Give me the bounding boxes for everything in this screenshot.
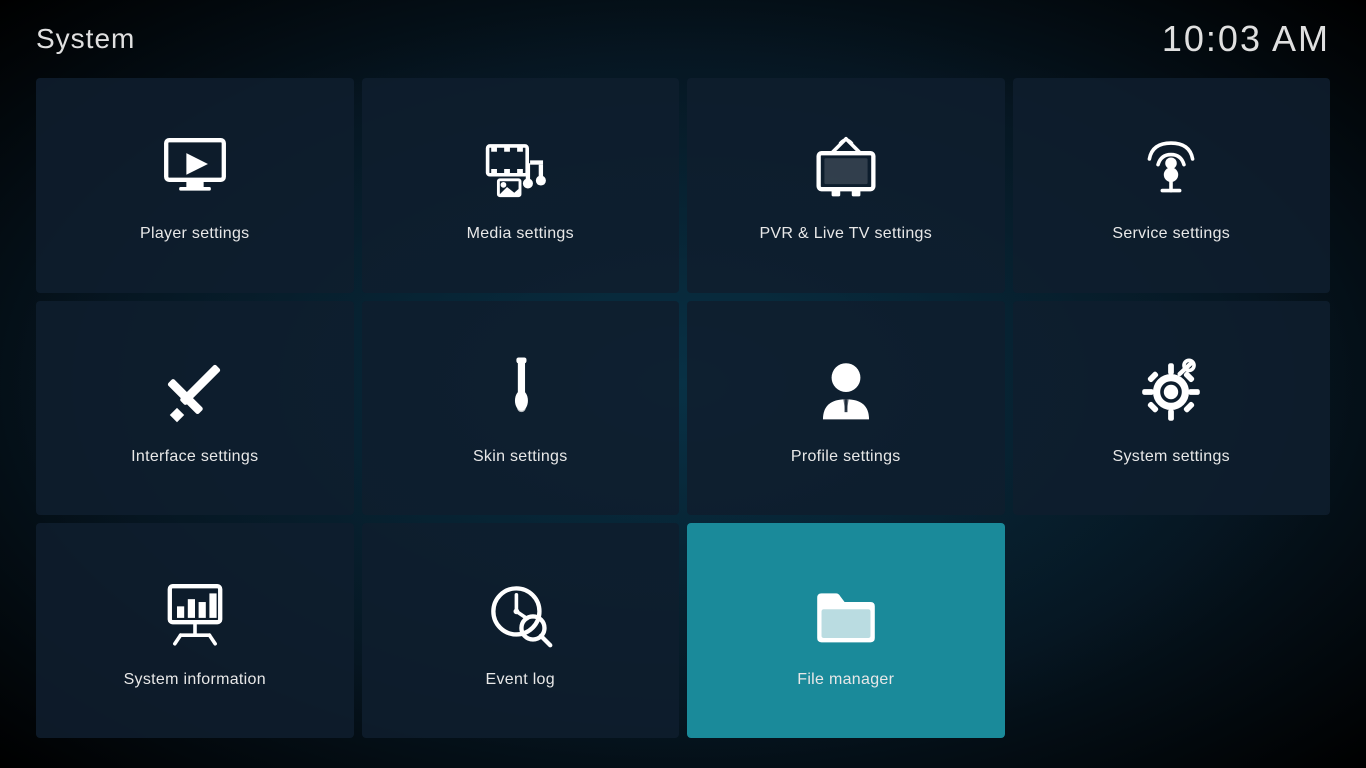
header: System 10:03 AM (0, 0, 1366, 70)
tile-event-log[interactable]: Event log (362, 523, 680, 738)
system-information-label: System information (124, 671, 266, 689)
page-title: System (36, 23, 135, 55)
player-settings-icon (159, 129, 231, 209)
tile-profile-settings[interactable]: Profile settings (687, 301, 1005, 516)
empty-cell (1013, 523, 1331, 738)
file-manager-icon (810, 575, 882, 655)
pvr-settings-icon (810, 129, 882, 209)
interface-settings-icon (159, 352, 231, 432)
file-manager-label: File manager (797, 671, 894, 689)
profile-settings-icon (810, 352, 882, 432)
pvr-settings-label: PVR & Live TV settings (759, 225, 932, 243)
profile-settings-label: Profile settings (791, 448, 901, 466)
system-information-icon (159, 575, 231, 655)
system-settings-label: System settings (1113, 448, 1230, 466)
player-settings-label: Player settings (140, 225, 249, 243)
interface-settings-label: Interface settings (131, 448, 258, 466)
event-log-icon (484, 575, 556, 655)
tile-skin-settings[interactable]: Skin settings (362, 301, 680, 516)
tile-service-settings[interactable]: Service settings (1013, 78, 1331, 293)
settings-grid: Player settings (0, 70, 1366, 758)
tile-file-manager[interactable]: File manager (687, 523, 1005, 738)
media-settings-icon (484, 129, 556, 209)
tile-system-settings[interactable]: System settings (1013, 301, 1331, 516)
tile-interface-settings[interactable]: Interface settings (36, 301, 354, 516)
skin-settings-icon (484, 352, 556, 432)
system-settings-icon (1135, 352, 1207, 432)
skin-settings-label: Skin settings (473, 448, 568, 466)
media-settings-label: Media settings (467, 225, 574, 243)
service-settings-icon (1135, 129, 1207, 209)
event-log-label: Event log (486, 671, 555, 689)
service-settings-label: Service settings (1112, 225, 1230, 243)
tile-media-settings[interactable]: Media settings (362, 78, 680, 293)
clock: 10:03 AM (1162, 18, 1330, 60)
tile-pvr-settings[interactable]: PVR & Live TV settings (687, 78, 1005, 293)
tile-player-settings[interactable]: Player settings (36, 78, 354, 293)
tile-system-information[interactable]: System information (36, 523, 354, 738)
